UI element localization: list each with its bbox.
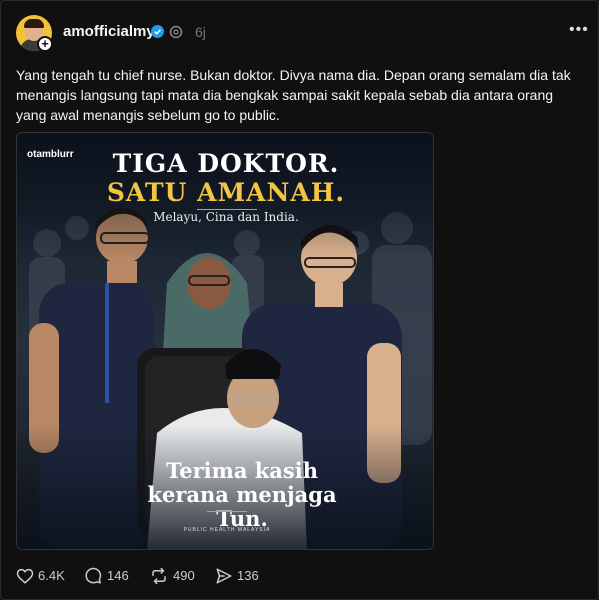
footer-divider xyxy=(207,511,247,512)
avatar-hair xyxy=(24,19,44,28)
share-count: 136 xyxy=(237,568,259,583)
post-caption: Yang tengah tu chief nurse. Bukan doktor… xyxy=(16,67,571,123)
share-icon xyxy=(216,568,232,584)
username[interactable]: amofficialmy xyxy=(63,23,155,40)
headline: TIGA DOKTOR. SATU AMANAH. xyxy=(17,149,433,207)
thanks-message: Terima kasih kerana menjaga Tun. xyxy=(127,459,357,531)
repost-icon xyxy=(152,567,166,585)
follow-plus-icon[interactable]: + xyxy=(37,36,53,52)
headline-line-2: SATU AMANAH. xyxy=(106,178,346,207)
heart-icon xyxy=(16,568,34,584)
thanks-line-1: Terima kasih xyxy=(166,458,318,483)
share-button[interactable]: 136 xyxy=(215,566,265,586)
comment-button[interactable]: 146 xyxy=(84,566,134,586)
comment-icon xyxy=(85,567,102,584)
like-button[interactable]: 6.4K xyxy=(16,566,71,586)
subtitle: Melayu, Cina dan India. xyxy=(153,210,299,224)
post-image[interactable]: otamblurr TIGA DOKTOR. SATU AMANAH. Mela… xyxy=(16,132,434,550)
thanks-line-2: kerana menjaga Tun. xyxy=(147,482,337,531)
comment-count: 146 xyxy=(107,568,129,583)
headline-line-1: TIGA DOKTOR. xyxy=(112,149,340,178)
more-options-button[interactable]: ••• xyxy=(569,21,589,39)
repost-button[interactable]: 490 xyxy=(149,566,209,586)
footer-credit: PUBLIC HEALTH MALAYSIA xyxy=(183,527,271,533)
thread-post: + amofficialmy 6j ••• Yang tengah tu chi… xyxy=(0,0,599,600)
like-count: 6.4K xyxy=(38,568,65,583)
repost-count: 490 xyxy=(173,568,195,583)
post-time: 6j xyxy=(195,24,206,40)
threads-logo-icon xyxy=(169,25,183,39)
verified-badge-icon xyxy=(151,25,164,38)
